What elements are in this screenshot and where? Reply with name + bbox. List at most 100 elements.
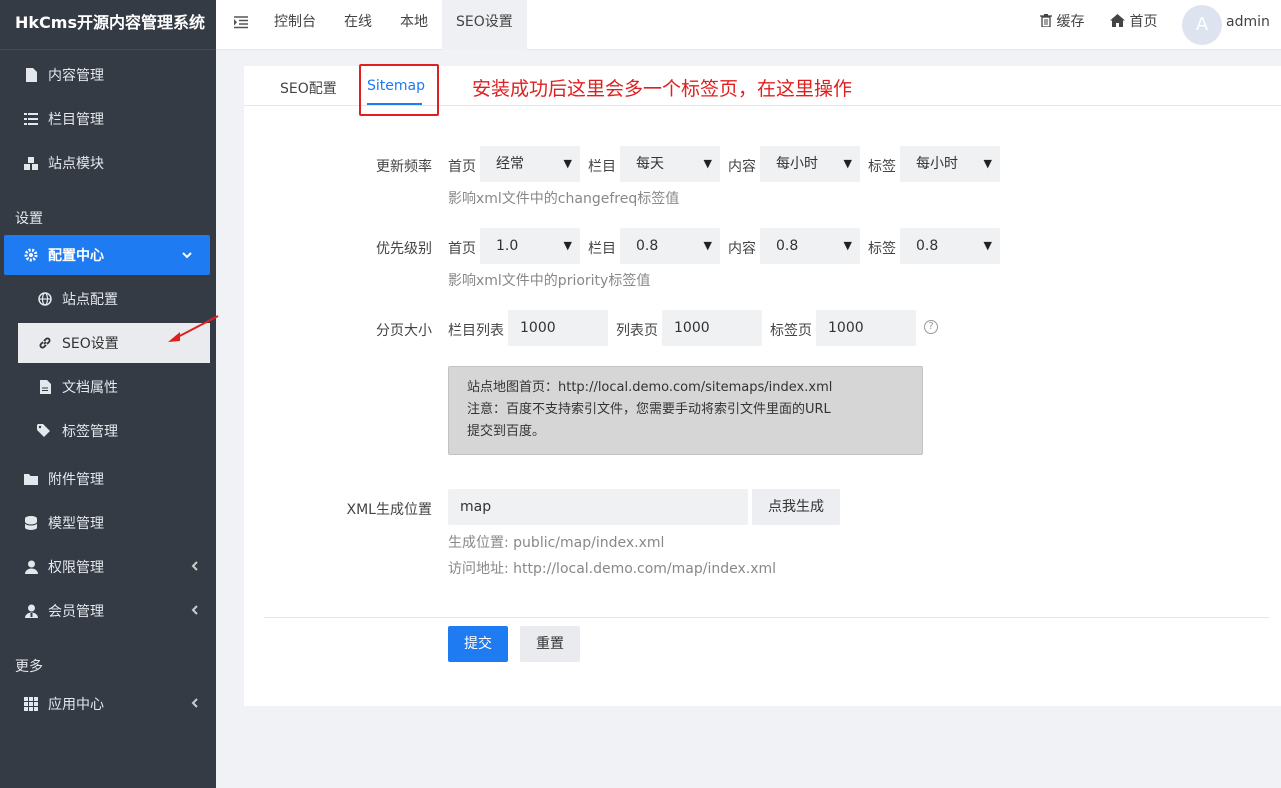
priority-tag-value: 0.8 [916,238,939,254]
sidebar-item-label: 模型管理 [48,516,104,532]
priority-label: 优先级别 [376,241,432,257]
priority-home-label: 首页 [448,241,476,257]
generate-button[interactable]: 点我生成 [752,489,840,525]
freq-home-select[interactable]: 经常 ▼ [480,146,580,182]
visit-url-hint: 访问地址: http://local.demo.com/map/index.xm… [448,561,777,577]
freq-tag-select[interactable]: 每小时 ▼ [900,146,1000,182]
chevron-down-icon [182,248,192,262]
chevron-left-icon [191,604,198,618]
priority-content-select[interactable]: 0.8 ▼ [760,228,860,264]
chevron-left-icon [191,560,198,574]
sidebar-item-modules[interactable]: 站点模块 [0,143,216,183]
avatar[interactable]: A [1182,5,1222,45]
database-icon [22,516,40,530]
freq-content-value: 每小时 [776,156,818,172]
trash-icon [1040,14,1052,30]
settings-card: SEO配置 Sitemap 安装成功后这里会多一个标签页，在这里操作 更新频率 … [244,64,1281,706]
priority-column-select[interactable]: 0.8 ▼ [620,228,720,264]
priority-home-value: 1.0 [496,238,519,254]
page-col-list-input[interactable]: 1000 [508,310,608,346]
grid-icon [22,697,40,711]
page-list-input[interactable]: 1000 [662,310,762,346]
sidebar-item-label: 附件管理 [48,472,104,488]
home-icon [1110,14,1125,30]
freq-content-select[interactable]: 每小时 ▼ [760,146,860,182]
sidebar: HkCms开源内容管理系统 内容管理 栏目管理 站点模块 设置 配置中心 站点配… [0,0,216,788]
sidebar-item-label: SEO设置 [62,336,119,352]
annotation-highlight-box [359,64,439,116]
generate-path-hint: 生成位置: public/map/index.xml [448,535,665,551]
sidebar-item-label: 配置中心 [48,248,104,264]
freq-tag-label: 标签 [868,159,896,175]
chevron-down-icon: ▼ [983,157,992,170]
tab-dashboard[interactable]: 控制台 [274,0,316,50]
sidebar-item-config-center[interactable]: 配置中心 [4,235,210,275]
sidebar-item-label: 站点模块 [48,156,104,172]
help-icon[interactable]: ? [924,320,938,334]
chevron-down-icon: ▼ [703,239,712,252]
globe-icon [36,292,54,306]
submit-button[interactable]: 提交 [448,626,508,662]
freq-content-label: 内容 [728,159,756,175]
reset-button[interactable]: 重置 [520,626,580,662]
users-icon [22,604,40,618]
username[interactable]: admin [1226,0,1270,50]
sidebar-item-app-center[interactable]: 应用中心 [0,684,216,724]
sidebar-item-label: 站点配置 [62,292,118,308]
chevron-down-icon: ▼ [563,157,572,170]
list-icon [22,113,40,125]
sidebar-item-label: 内容管理 [48,68,104,84]
sidebar-item-permissions[interactable]: 权限管理 [0,547,216,587]
page-tag-input[interactable]: 1000 [816,310,916,346]
freq-home-label: 首页 [448,159,476,175]
sidebar-item-label: 权限管理 [48,560,104,576]
freq-column-label: 栏目 [588,159,616,175]
tab-seo-config[interactable]: SEO配置 [280,78,337,98]
sidebar-group-settings: 设置 [15,211,43,227]
priority-tag-select[interactable]: 0.8 ▼ [900,228,1000,264]
tab-local[interactable]: 本地 [400,0,428,50]
xml-location-label: XML生成位置 [346,502,432,518]
sidebar-item-tag-management[interactable]: 标签管理 [0,411,216,451]
user-icon [22,560,40,574]
sidebar-item-label: 栏目管理 [48,112,104,128]
sidebar-item-content[interactable]: 内容管理 [0,55,216,95]
freq-column-select[interactable]: 每天 ▼ [620,146,720,182]
sidebar-item-attachments[interactable]: 附件管理 [0,459,216,499]
home-button[interactable]: 首页 [1110,0,1157,50]
sidebar-item-label: 标签管理 [62,424,118,440]
file-icon [22,68,40,82]
chevron-down-icon: ▼ [563,239,572,252]
home-label: 首页 [1129,14,1158,30]
info-line-3: 提交到百度。 [467,424,546,439]
card-tabs: SEO配置 Sitemap 安装成功后这里会多一个标签页，在这里操作 [244,64,1281,116]
cache-button[interactable]: 缓存 [1040,0,1084,50]
file-text-icon [36,380,54,394]
chevron-left-icon [191,697,198,711]
sidebar-item-doc-attributes[interactable]: 文档属性 [0,367,216,407]
freq-tag-value: 每小时 [916,156,958,172]
page-size-label: 分页大小 [376,323,432,339]
sidebar-item-members[interactable]: 会员管理 [0,591,216,631]
gear-icon [22,248,40,262]
menu-toggle-icon[interactable] [234,14,248,33]
freq-hint: 影响xml文件中的changefreq标签值 [448,191,680,207]
priority-tag-label: 标签 [868,241,896,257]
sidebar-item-columns[interactable]: 栏目管理 [0,99,216,139]
freq-home-value: 经常 [496,156,524,172]
priority-content-label: 内容 [728,241,756,257]
sidebar-item-models[interactable]: 模型管理 [0,503,216,543]
sidebar-item-label: 会员管理 [48,604,104,620]
link-icon [36,336,54,350]
chevron-down-icon: ▼ [983,239,992,252]
priority-column-value: 0.8 [636,238,659,254]
folder-icon [22,473,40,485]
priority-home-select[interactable]: 1.0 ▼ [480,228,580,264]
page-tag-label: 标签页 [770,323,812,339]
xml-location-input[interactable]: map [448,489,748,525]
form-divider [264,617,1269,618]
app-title: HkCms开源内容管理系统 [0,0,216,50]
sidebar-group-more: 更多 [15,659,43,675]
tab-online[interactable]: 在线 [344,0,372,50]
tab-seo-settings[interactable]: SEO设置 [442,0,527,50]
